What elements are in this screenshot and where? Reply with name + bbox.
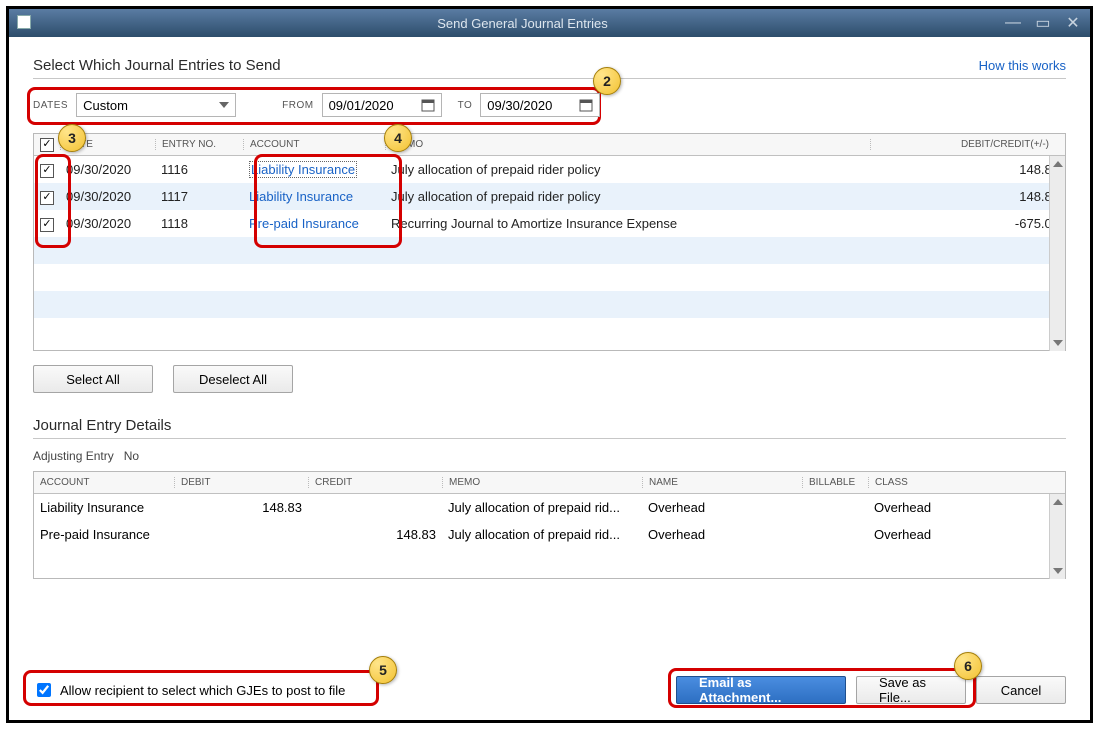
row-checkbox[interactable] <box>40 164 54 178</box>
blank-row <box>34 318 1065 345</box>
dates-dropdown[interactable]: Custom <box>76 93 236 117</box>
table-row[interactable]: 09/30/2020 1117 Liability Insurance July… <box>34 183 1065 210</box>
cell-account: Liability Insurance <box>34 500 174 515</box>
help-link[interactable]: How this works <box>979 58 1066 73</box>
window-title: Send General Journal Entries <box>437 16 608 31</box>
allow-recipient-checkbox[interactable] <box>37 683 51 697</box>
col-memo[interactable]: MEMO <box>385 139 870 150</box>
from-date-value: 09/01/2020 <box>329 98 394 113</box>
allow-recipient-label: Allow recipient to select which GJEs to … <box>60 683 345 698</box>
details-header-row: ACCOUNT DEBIT CREDIT MEMO NAME BILLABLE … <box>34 472 1065 494</box>
adjusting-value: No <box>124 449 139 463</box>
col-account[interactable]: ACCOUNT <box>34 477 174 488</box>
cell-class: Overhead <box>868 500 1065 515</box>
maximize-icon[interactable]: ▭ <box>1034 14 1052 32</box>
cell-memo: Recurring Journal to Amortize Insurance … <box>385 216 870 231</box>
entries-header-row: DATE ENTRY NO. ACCOUNT MEMO DEBIT/CREDIT… <box>34 134 1065 156</box>
section-title: Select Which Journal Entries to Send <box>33 57 281 74</box>
row-checkbox[interactable] <box>40 191 54 205</box>
cell-entry: 1116 <box>155 162 243 177</box>
from-label: FROM <box>282 100 313 111</box>
close-icon[interactable]: ✕ <box>1064 14 1082 32</box>
divider <box>33 438 1066 439</box>
cell-date: 09/30/2020 <box>60 162 155 177</box>
cell-date: 09/30/2020 <box>60 189 155 204</box>
col-debit[interactable]: DEBIT <box>174 477 308 488</box>
blank-row <box>34 264 1065 291</box>
blank-row <box>34 548 1065 575</box>
dates-label: DATES <box>33 100 68 111</box>
cell-dc: 148.83 <box>870 162 1065 177</box>
scroll-down-icon[interactable] <box>1050 563 1065 579</box>
callout-6: 6 <box>954 652 982 680</box>
vertical-scrollbar[interactable] <box>1049 156 1065 351</box>
save-as-file-button[interactable]: Save as File... <box>856 676 966 704</box>
cell-memo: July allocation of prepaid rid... <box>442 527 642 542</box>
cell-memo: July allocation of prepaid rider policy <box>385 162 870 177</box>
entries-grid: DATE ENTRY NO. ACCOUNT MEMO DEBIT/CREDIT… <box>33 133 1066 351</box>
scroll-up-icon[interactable] <box>1050 494 1065 510</box>
calendar-icon[interactable] <box>579 98 593 112</box>
divider <box>33 78 1066 79</box>
table-row[interactable]: Liability Insurance 148.83 July allocati… <box>34 494 1065 521</box>
cell-credit: 148.83 <box>308 527 442 542</box>
blank-row <box>34 291 1065 318</box>
cell-account: Pre-paid Insurance <box>34 527 174 542</box>
callout-2: 2 <box>593 67 621 95</box>
to-date-input[interactable]: 09/30/2020 <box>480 93 600 117</box>
vertical-scrollbar[interactable] <box>1049 494 1065 579</box>
details-title: Journal Entry Details <box>33 417 1066 434</box>
cell-entry: 1117 <box>155 189 243 204</box>
deselect-all-button[interactable]: Deselect All <box>173 365 293 393</box>
details-grid: ACCOUNT DEBIT CREDIT MEMO NAME BILLABLE … <box>33 471 1066 579</box>
titlebar: Send General Journal Entries — ▭ ✕ <box>9 9 1090 37</box>
select-all-button[interactable]: Select All <box>33 365 153 393</box>
cell-dc: 148.83 <box>870 189 1065 204</box>
app-icon <box>17 15 41 31</box>
cell-date: 09/30/2020 <box>60 216 155 231</box>
scroll-up-icon[interactable] <box>1050 156 1065 172</box>
adjusting-label: Adjusting Entry <box>33 449 114 463</box>
from-date-input[interactable]: 09/01/2020 <box>322 93 442 117</box>
cell-class: Overhead <box>868 527 1065 542</box>
dates-value: Custom <box>83 98 128 113</box>
cell-memo: July allocation of prepaid rid... <box>442 500 642 515</box>
callout-5: 5 <box>369 656 397 684</box>
col-entryno[interactable]: ENTRY NO. <box>155 139 243 150</box>
cell-dc: -675.00 <box>870 216 1065 231</box>
cell-memo: July allocation of prepaid rider policy <box>385 189 870 204</box>
to-date-value: 09/30/2020 <box>487 98 552 113</box>
col-billable[interactable]: BILLABLE <box>802 477 868 488</box>
col-debitcredit[interactable]: DEBIT/CREDIT(+/-) <box>870 139 1065 150</box>
blank-row <box>34 237 1065 264</box>
to-label: TO <box>458 100 473 111</box>
calendar-icon[interactable] <box>421 98 435 112</box>
callout-4: 4 <box>384 124 412 152</box>
table-row[interactable]: 09/30/2020 1116 Liability Insurance July… <box>34 156 1065 183</box>
cell-name: Overhead <box>642 527 802 542</box>
header-checkbox-cell[interactable] <box>34 138 60 152</box>
chevron-down-icon <box>219 102 229 108</box>
cell-debit: 148.83 <box>174 500 308 515</box>
table-row[interactable]: 09/30/2020 1118 Pre-paid Insurance Recur… <box>34 210 1065 237</box>
email-attachment-button[interactable]: Email as Attachment... <box>676 676 846 704</box>
cell-account-link[interactable]: Liability Insurance <box>243 189 385 204</box>
scroll-down-icon[interactable] <box>1050 335 1065 351</box>
col-account[interactable]: ACCOUNT <box>243 139 385 150</box>
window-frame: Send General Journal Entries — ▭ ✕ Selec… <box>6 6 1093 723</box>
cell-account-link[interactable]: Pre-paid Insurance <box>243 216 385 231</box>
minimize-icon[interactable]: — <box>1004 14 1022 32</box>
callout-3: 3 <box>58 124 86 152</box>
select-all-checkbox[interactable] <box>40 138 54 152</box>
row-checkbox[interactable] <box>40 218 54 232</box>
col-memo[interactable]: MEMO <box>442 477 642 488</box>
table-row[interactable]: Pre-paid Insurance 148.83 July allocatio… <box>34 521 1065 548</box>
col-class[interactable]: CLASS <box>868 477 1065 488</box>
col-credit[interactable]: CREDIT <box>308 477 442 488</box>
cell-entry: 1118 <box>155 216 243 231</box>
cancel-button[interactable]: Cancel <box>976 676 1066 704</box>
cell-name: Overhead <box>642 500 802 515</box>
col-name[interactable]: NAME <box>642 477 802 488</box>
cell-account-link[interactable]: Liability Insurance <box>249 161 357 178</box>
